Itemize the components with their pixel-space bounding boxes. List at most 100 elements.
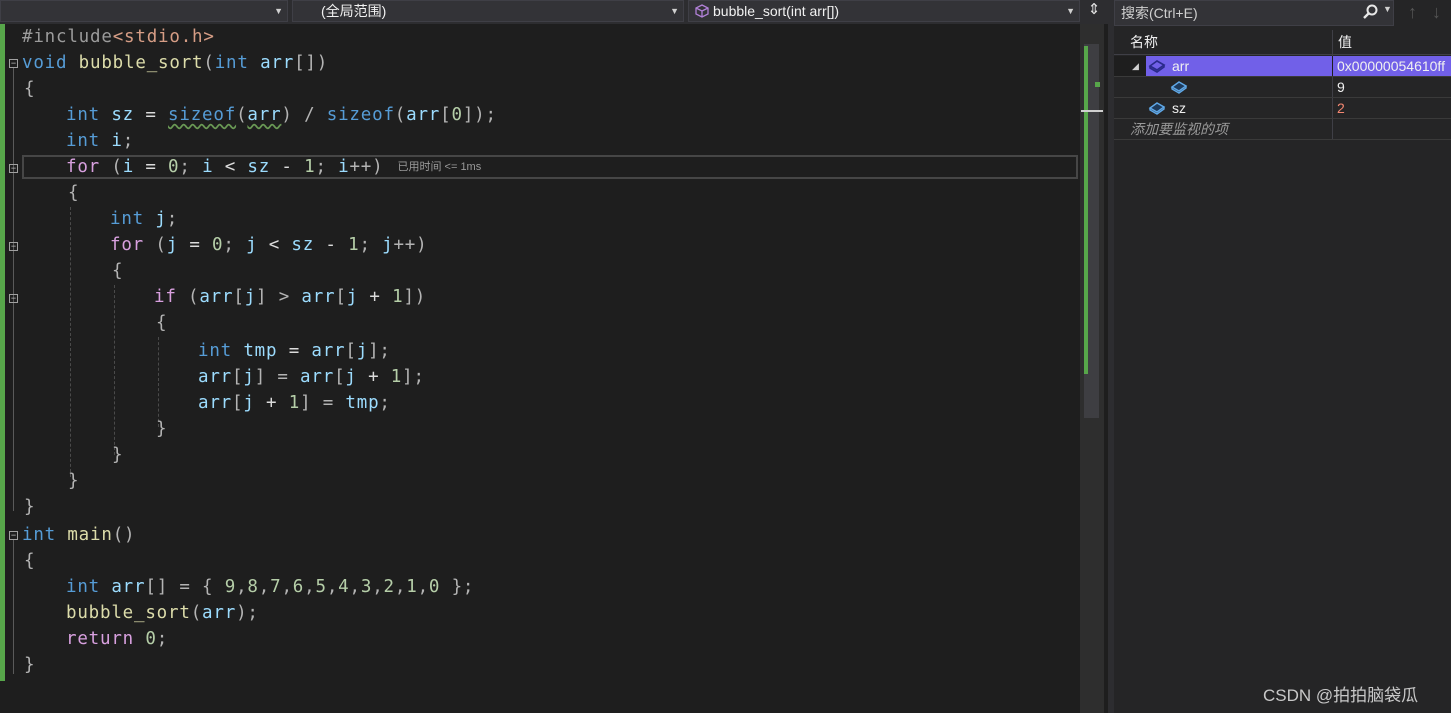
code-token: [ [334, 367, 346, 387]
code-token: ; [379, 393, 391, 413]
code-token: ; [315, 157, 339, 177]
code-token: ( [144, 235, 167, 255]
code-token: + [254, 393, 289, 413]
vertical-scrollbar[interactable] [1080, 24, 1104, 713]
expand-triangle-icon[interactable]: ◢ [1132, 56, 1139, 77]
code-token: ( [236, 105, 248, 125]
code-token: 2 [383, 577, 395, 597]
perf-tip[interactable]: 已用时间 <= 1ms [397, 161, 481, 173]
code-token: 0 [212, 235, 224, 255]
code-token: sz [247, 157, 271, 177]
code-token: [ [232, 367, 244, 387]
code-line-15: arr[j + 1] = tmp; [198, 390, 391, 416]
code-token: j [346, 287, 359, 307]
function-combo[interactable]: bubble_sort(int arr[]) ▼ [688, 0, 1080, 22]
code-token: [ [232, 393, 244, 413]
search-icon[interactable] [1362, 4, 1378, 24]
arrow-up-icon[interactable]: ↑ [1408, 2, 1417, 23]
scope-combo[interactable]: (全局范围) ▼ [292, 0, 684, 22]
code-token: = [277, 341, 312, 361]
indent-guide [158, 337, 159, 427]
code-token: arr [198, 393, 233, 413]
code-token: arr [198, 367, 233, 387]
code-token: [ [233, 287, 245, 307]
code-token: , [417, 577, 429, 597]
code-token: j [382, 235, 394, 255]
watch-search-input[interactable]: 搜索(Ctrl+E) [1114, 0, 1394, 26]
outlining-margin: − − − − − [5, 24, 21, 713]
code-token: ; [122, 131, 135, 151]
code-line-11: if (arr[j] > arr[j + 1]) [154, 284, 426, 310]
project-combo[interactable]: ▼ [0, 0, 288, 22]
code-line-17: } [112, 445, 124, 465]
code-token: () [112, 525, 136, 545]
code-token: [ [335, 287, 347, 307]
collapse-icon[interactable]: − [9, 294, 18, 303]
search-placeholder: 搜索(Ctrl+E) [1121, 5, 1198, 21]
split-window-button[interactable]: ⇕ [1083, 0, 1105, 22]
code-token: tmp [345, 393, 380, 413]
code-line-20: int main() [22, 522, 135, 548]
code-token: 7 [270, 577, 282, 597]
column-header-name[interactable]: 名称 [1130, 30, 1158, 54]
code-token: arr [300, 367, 335, 387]
code-token: int [66, 577, 101, 597]
code-token: return [66, 629, 135, 649]
watch-row-arr[interactable]: ◢ arr 0x00000054610ff [1114, 56, 1451, 77]
code-line-1: #include<stdio.h> [22, 24, 215, 50]
code-token: , [258, 577, 271, 597]
chevron-down-icon: ▼ [1066, 6, 1075, 16]
collapse-icon[interactable]: − [9, 164, 18, 173]
code-token: , [236, 577, 248, 597]
watch-row-element[interactable]: 9 [1114, 77, 1451, 98]
watch-row-sz[interactable]: sz 2 [1114, 98, 1451, 119]
code-token: 1 [304, 157, 316, 177]
column-header-value[interactable]: 值 [1338, 30, 1352, 54]
code-token: i [100, 131, 123, 151]
add-watch-item[interactable]: 添加要监视的项 [1130, 119, 1228, 140]
code-token: arr [100, 577, 146, 597]
code-token: + [358, 287, 393, 307]
code-editor[interactable]: − − − − − #include<stdio.h> void bubble_… [0, 24, 1080, 713]
code-token: int [214, 53, 249, 73]
watch-value: 0x00000054610ff [1337, 58, 1445, 74]
watch-add-row[interactable]: 添加要监视的项 [1114, 119, 1451, 140]
code-token: ] > [256, 287, 302, 307]
code-token: j [243, 393, 255, 413]
collapse-icon[interactable]: − [9, 531, 18, 540]
code-token: 0 [451, 105, 463, 125]
code-line-6: for (i = 0; i < sz - 1; i++) 已用时间 <= 1ms [66, 154, 481, 180]
collapse-icon[interactable]: − [9, 242, 18, 251]
code-token: , [349, 577, 361, 597]
code-line-23: bubble_sort(arr); [66, 600, 259, 626]
code-token: void [22, 53, 68, 73]
code-token: if [154, 287, 177, 307]
code-token: ) / [281, 105, 327, 125]
code-token: , [304, 577, 316, 597]
outline-line [13, 68, 14, 511]
code-token: ; [156, 629, 169, 649]
code-token: j [244, 287, 257, 307]
code-token: ++) [393, 235, 428, 255]
collapse-icon[interactable]: − [9, 59, 18, 68]
code-line-2: void bubble_sort(int arr[]) [22, 50, 328, 76]
code-token: int [22, 525, 57, 545]
arrow-down-icon[interactable]: ↓ [1432, 2, 1441, 23]
code-token: j [345, 367, 357, 387]
code-line-18: } [68, 471, 80, 491]
scroll-caret-marker [1081, 110, 1103, 112]
indent-guide [70, 207, 71, 477]
code-token: = [134, 157, 169, 177]
code-token: [] = { [145, 577, 225, 597]
code-token: <stdio.h> [112, 27, 215, 47]
outline-line [13, 540, 14, 674]
code-token: 0 [428, 577, 441, 597]
code-token: tmp [232, 341, 278, 361]
code-token: ( [176, 287, 200, 307]
code-token: 1 [406, 577, 418, 597]
code-token: 5 [315, 577, 327, 597]
code-line-21: { [24, 551, 36, 571]
chevron-down-icon[interactable]: ▼ [1383, 4, 1392, 14]
code-token: [ [345, 341, 357, 361]
code-token: arr [311, 341, 346, 361]
